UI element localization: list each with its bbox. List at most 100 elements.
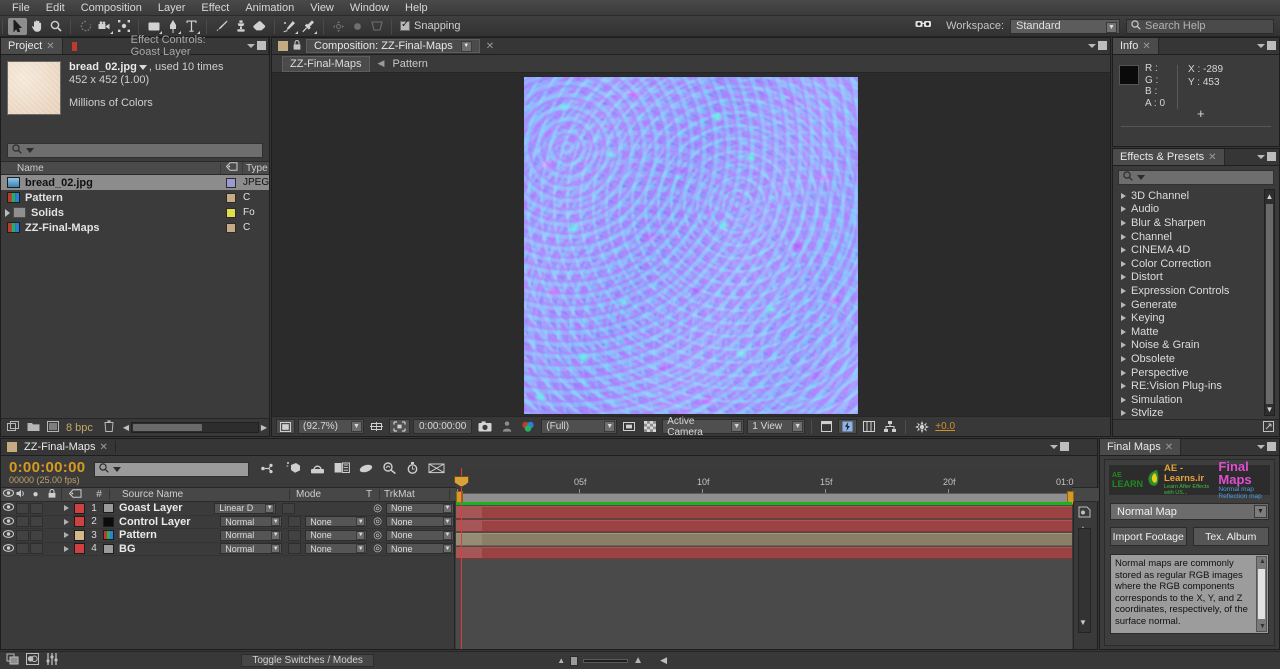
disclosure-triangle-icon[interactable] bbox=[1121, 410, 1126, 416]
color-depth-label[interactable]: 8 bpc bbox=[66, 422, 93, 434]
layer-duration-bar[interactable] bbox=[456, 519, 1072, 532]
info-panel-menu[interactable] bbox=[1257, 41, 1276, 50]
parent-pickwhip-icon[interactable]: ◎ bbox=[373, 543, 382, 554]
effect-category-row[interactable]: RE:Vision Plug-ins bbox=[1117, 379, 1275, 393]
puppet-pin-tool-icon[interactable] bbox=[299, 18, 318, 35]
column-t[interactable]: T bbox=[359, 489, 379, 500]
tab-effects-presets[interactable]: Effects & Presets ✕ bbox=[1113, 149, 1225, 165]
disclosure-triangle-icon[interactable] bbox=[1121, 355, 1126, 362]
layer-name[interactable]: Goast Layer bbox=[119, 502, 214, 514]
menu-item-effect[interactable]: Effect bbox=[193, 0, 237, 16]
disclosure-triangle-icon[interactable] bbox=[1121, 328, 1126, 335]
video-toggle-icon[interactable] bbox=[1, 516, 16, 527]
effect-category-row[interactable]: Perspective bbox=[1117, 366, 1275, 380]
layer-trkmat-select[interactable]: None ▼ bbox=[305, 516, 368, 528]
layer-name[interactable]: BG bbox=[119, 543, 220, 555]
scroll-up-arrow-icon[interactable]: ▲ bbox=[1265, 190, 1274, 202]
project-panel-menu[interactable] bbox=[247, 41, 266, 50]
breadcrumb-child[interactable]: Pattern bbox=[392, 58, 427, 70]
timeline-zoom-slider[interactable]: ▲ ▲ bbox=[557, 655, 643, 666]
tab-effect-controls[interactable]: Effect Controls: Goast Layer bbox=[62, 34, 269, 58]
effect-category-row[interactable]: Expression Controls bbox=[1117, 284, 1275, 298]
workspace-select[interactable]: Standard ▼ bbox=[1010, 18, 1120, 34]
audio-toggle[interactable] bbox=[16, 529, 29, 541]
tab-info[interactable]: Info ✕ bbox=[1113, 38, 1159, 54]
scroll-thumb[interactable] bbox=[1258, 569, 1265, 619]
disclosure-triangle-icon[interactable] bbox=[1121, 274, 1126, 281]
effect-category-row[interactable]: Blur & Sharpen bbox=[1117, 216, 1275, 230]
lock-toggle[interactable] bbox=[44, 529, 57, 541]
effect-category-row[interactable]: CINEMA 4D bbox=[1117, 243, 1275, 257]
effect-category-row[interactable]: Obsolete bbox=[1117, 352, 1275, 366]
parent-pickwhip-icon[interactable]: ◎ bbox=[373, 516, 382, 527]
timeline-current-time[interactable]: 0:00:00:00 00000 (25.00 fps) bbox=[9, 459, 85, 485]
menu-item-composition[interactable]: Composition bbox=[73, 0, 150, 16]
lock-icon[interactable] bbox=[293, 39, 301, 53]
current-time-indicator-line[interactable] bbox=[461, 502, 462, 649]
breadcrumb-root[interactable]: ZZ-Final-Maps bbox=[282, 55, 370, 72]
scroll-right-arrow-icon[interactable]: ▶ bbox=[261, 423, 267, 432]
exposure-value[interactable]: +0.0 bbox=[935, 421, 955, 432]
lock-icon[interactable] bbox=[42, 488, 61, 501]
timeline-layer-row[interactable]: 4 BG Normal ▼ None ▼ ◎ None ▼ bbox=[1, 543, 454, 556]
layer-name[interactable]: Control Layer bbox=[119, 516, 220, 528]
disclosure-triangle-icon[interactable] bbox=[1121, 396, 1126, 403]
project-settings-icon[interactable] bbox=[47, 420, 59, 435]
column-source-name[interactable]: Source Name bbox=[109, 489, 289, 500]
column-trkmat[interactable]: TrkMat bbox=[379, 489, 449, 500]
fast-previews-icon[interactable] bbox=[838, 419, 858, 434]
audio-toggle[interactable] bbox=[16, 502, 29, 514]
close-icon[interactable]: ✕ bbox=[1208, 152, 1216, 163]
search-help-input[interactable]: Search Help bbox=[1126, 18, 1274, 34]
composition-viewer[interactable] bbox=[272, 74, 1110, 416]
video-toggle-icon[interactable] bbox=[1, 543, 16, 554]
choose-grid-icon[interactable] bbox=[367, 419, 386, 434]
anchor-point-icon[interactable] bbox=[329, 18, 348, 35]
roto-brush-tool-icon[interactable] bbox=[280, 18, 299, 35]
map-description-box[interactable]: Normal maps are commonly stored as regul… bbox=[1110, 554, 1269, 634]
timeline-track-area[interactable] bbox=[456, 502, 1072, 649]
camera-tool-icon[interactable] bbox=[95, 18, 114, 35]
disclosure-triangle-icon[interactable] bbox=[1121, 301, 1126, 308]
transfer-controls-icon[interactable] bbox=[26, 653, 39, 668]
comp-marker-icon[interactable] bbox=[1078, 506, 1092, 521]
disclosure-triangle-icon[interactable] bbox=[64, 518, 69, 525]
layer-mode-select[interactable]: Normal ▼ bbox=[220, 529, 283, 541]
lock-toggle[interactable] bbox=[44, 516, 57, 528]
pixel-aspect-correction-icon[interactable] bbox=[818, 419, 835, 434]
column-type[interactable]: Type bbox=[243, 163, 269, 174]
timeline-toggle-icon[interactable] bbox=[860, 419, 878, 434]
effect-category-row[interactable]: Noise & Grain bbox=[1117, 339, 1275, 353]
timeline-panel-menu[interactable] bbox=[1050, 442, 1069, 451]
scroll-thumb[interactable] bbox=[133, 424, 203, 431]
final-maps-panel-menu[interactable] bbox=[1257, 442, 1276, 451]
timeline-scroll-left-icon[interactable]: ◀ bbox=[660, 655, 667, 666]
effect-category-row[interactable]: Channel bbox=[1117, 230, 1275, 244]
audio-toggle[interactable] bbox=[16, 543, 29, 555]
chevron-down-icon[interactable]: ▼ bbox=[460, 40, 472, 52]
resolution-select[interactable]: (Full) ▼ bbox=[541, 419, 618, 434]
disclosure-triangle-icon[interactable] bbox=[1121, 315, 1126, 322]
current-time-indicator[interactable] bbox=[454, 468, 469, 502]
effect-category-row[interactable]: Audio bbox=[1117, 203, 1275, 217]
disclosure-triangle-icon[interactable] bbox=[1121, 260, 1126, 267]
menu-item-window[interactable]: Window bbox=[342, 0, 397, 16]
solo-toggle[interactable] bbox=[30, 516, 43, 528]
effect-category-row[interactable]: Color Correction bbox=[1117, 257, 1275, 271]
label-tag-icon[interactable] bbox=[68, 488, 89, 501]
lock-toggle[interactable] bbox=[44, 543, 57, 555]
zoom-in-icon[interactable]: ▲ bbox=[633, 655, 643, 666]
scroll-down-arrow-icon[interactable]: ▼ bbox=[1079, 618, 1087, 627]
layer-name[interactable]: Pattern bbox=[119, 529, 220, 541]
disclosure-triangle-icon[interactable] bbox=[1121, 206, 1126, 213]
snapshot-icon[interactable] bbox=[475, 419, 495, 434]
scroll-down-arrow-icon[interactable]: ▼ bbox=[1259, 623, 1266, 630]
disclosure-triangle-icon[interactable] bbox=[1121, 369, 1126, 376]
timeline-layer-row[interactable]: 2 Control Layer Normal ▼ None ▼ ◎ None ▼ bbox=[1, 516, 454, 529]
preserve-transparency-toggle[interactable] bbox=[288, 543, 302, 555]
video-eye-icon[interactable] bbox=[1, 489, 16, 500]
label-color-swatch[interactable] bbox=[226, 222, 236, 233]
timeline-search-input[interactable] bbox=[94, 462, 250, 477]
region-interest-toggle-icon[interactable] bbox=[620, 419, 638, 434]
project-list-item[interactable]: bread_02.jpg JPEG bbox=[1, 175, 269, 190]
